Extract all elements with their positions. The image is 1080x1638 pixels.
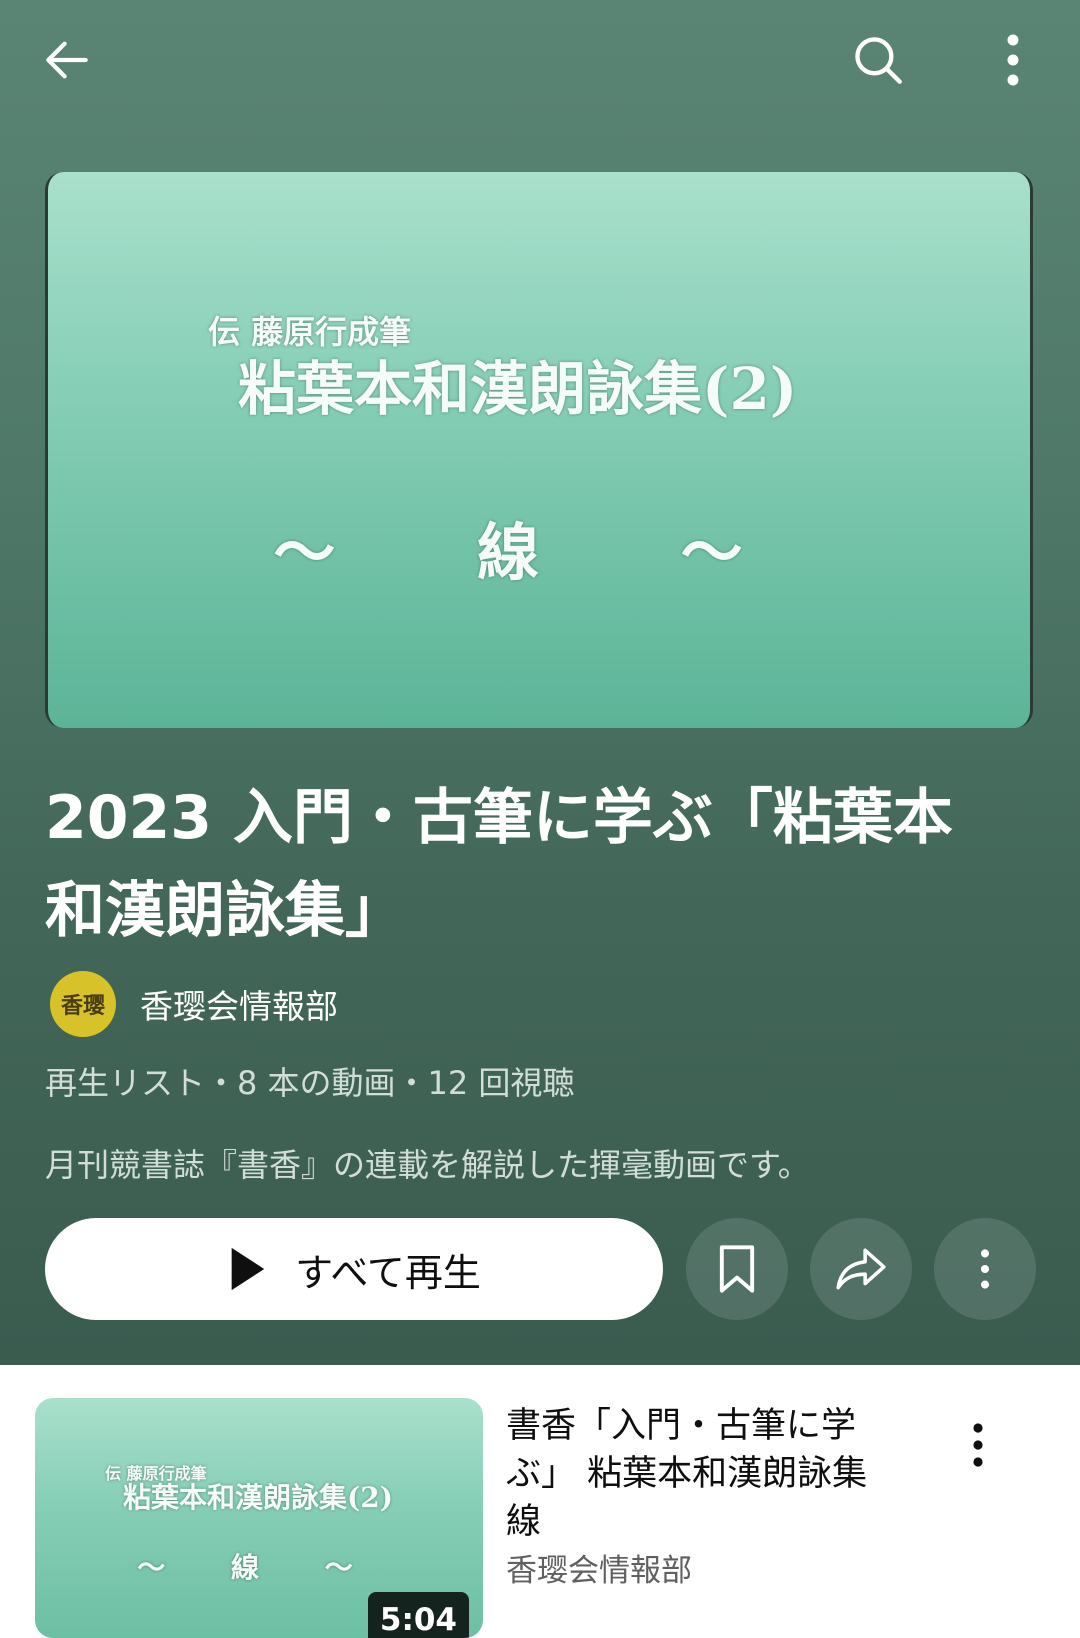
- back-button[interactable]: [22, 15, 112, 105]
- avatar[interactable]: 香璎: [50, 971, 116, 1037]
- more-vert-icon: [1007, 34, 1019, 86]
- more-vert-icon: [973, 1423, 983, 1467]
- avatar-text: 香璎: [60, 993, 105, 1019]
- playlist-video-list: 伝 藤原行成筆 粘葉本和漢朗詠集(2) 〜 線 〜 5:04 書香「入門・古筆に…: [0, 1365, 1080, 1638]
- thumbnail-line-text: 〜 線 〜: [137, 1551, 381, 1584]
- video-title[interactable]: 書香「入門・古筆に学ぶ」 粘葉本和漢朗詠集 線: [506, 1402, 902, 1546]
- thumbnail-line-text: 〜 線 〜: [273, 516, 803, 589]
- share-button[interactable]: [810, 1218, 912, 1320]
- playlist-options-button[interactable]: [934, 1218, 1036, 1320]
- more-vert-icon: [980, 1249, 990, 1289]
- playlist-header: 伝 藤原行成筆 粘葉本和漢朗詠集(2) 〜 線 〜 2023 入門・古筆に学ぶ「…: [0, 0, 1080, 1365]
- more-options-button[interactable]: [968, 15, 1058, 105]
- video-options-button[interactable]: [948, 1405, 1008, 1485]
- playlist-meta: 再生リスト・8 本の動画・12 回視聴: [45, 1064, 575, 1102]
- bookmark-icon: [719, 1245, 755, 1293]
- playlist-title: 2023 入門・古筆に学ぶ「粘葉本和漢朗詠集」: [45, 783, 953, 946]
- search-icon: [855, 37, 902, 84]
- video-thumbnail[interactable]: 伝 藤原行成筆 粘葉本和漢朗詠集(2) 〜 線 〜 5:04: [35, 1398, 483, 1638]
- play-all-label: すべて再生: [295, 1250, 481, 1295]
- channel-row[interactable]: 香璎 香璎会情報部: [50, 970, 338, 1038]
- thumbnail-title: 粘葉本和漢朗詠集(2): [238, 355, 798, 423]
- top-app-bar: [0, 0, 1080, 120]
- share-icon: [836, 1248, 886, 1290]
- channel-name[interactable]: 香璎会情報部: [140, 980, 338, 1028]
- video-channel: 香璎会情報部: [506, 1553, 692, 1589]
- playlist-description: 月刊競書誌『書香』の連載を解説した揮毫動画です。: [45, 1146, 810, 1184]
- duration-badge: 5:04: [367, 1592, 469, 1638]
- search-button[interactable]: [833, 15, 923, 105]
- playlist-thumbnail[interactable]: 伝 藤原行成筆 粘葉本和漢朗詠集(2) 〜 線 〜: [45, 172, 1033, 728]
- play-icon: [231, 1247, 265, 1291]
- save-playlist-button[interactable]: [686, 1218, 788, 1320]
- play-all-button[interactable]: すべて再生: [45, 1218, 663, 1320]
- arrow-left-icon: [46, 41, 88, 79]
- thumbnail-title: 粘葉本和漢朗詠集(2): [123, 1481, 393, 1514]
